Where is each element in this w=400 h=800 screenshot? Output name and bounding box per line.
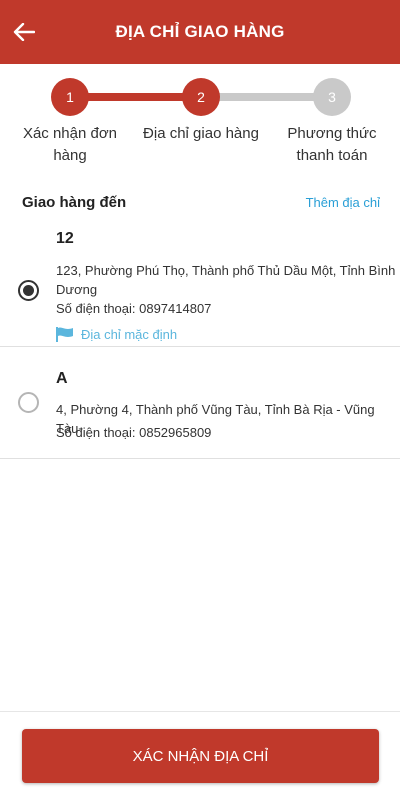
address-phone: Số điện thoại: 0897414807 (56, 301, 212, 316)
step-3-circle: 3 (313, 78, 351, 116)
address-text: 123, Phường Phú Thọ, Thành phố Thủ Dầu M… (56, 263, 396, 297)
step-1-circle: 1 (51, 78, 89, 116)
address-name: A (56, 370, 68, 387)
step-2-circle: 2 (182, 78, 220, 116)
step-3-label: Phương thức thanh toán (287, 125, 377, 164)
flag-icon (56, 327, 73, 342)
default-address-tag: Địa chỉ mặc định (56, 327, 177, 342)
add-address-link[interactable]: Thêm địa chỉ (306, 195, 380, 210)
shipping-section-header: Giao hàng đến Thêm địa chỉ (0, 190, 400, 218)
default-address-label: Địa chỉ mặc định (81, 327, 178, 342)
step-1-label: Xác nhận đơn hàng (22, 125, 118, 164)
page-title: ĐỊA CHỈ GIAO HÀNG (115, 22, 285, 41)
app-header: ĐỊA CHỈ GIAO HÀNG (0, 0, 400, 64)
back-button[interactable] (10, 18, 38, 46)
confirm-address-button[interactable]: XÁC NHẬN ĐỊA CHỈ (22, 729, 379, 783)
address-name: 12 (56, 230, 74, 247)
address-item[interactable]: A 4, Phường 4, Thành phố Vũng Tàu, Tỉnh … (0, 360, 400, 459)
footer-divider (0, 711, 400, 712)
step-2-label: Địa chỉ giao hàng (143, 125, 259, 142)
arrow-left-icon (13, 23, 35, 41)
address-item[interactable]: 12 123, Phường Phú Thọ, Thành phố Thủ Dầ… (0, 222, 400, 347)
address-radio-selected[interactable] (18, 280, 39, 301)
address-phone: Số điện thoại: 0852965809 (56, 425, 212, 440)
checkout-stepper: 1 2 3 Xác nhận đơn hàng Địa chỉ giao hàn… (0, 64, 400, 174)
section-title: Giao hàng đến (22, 194, 127, 211)
address-radio-unselected[interactable] (18, 392, 39, 413)
